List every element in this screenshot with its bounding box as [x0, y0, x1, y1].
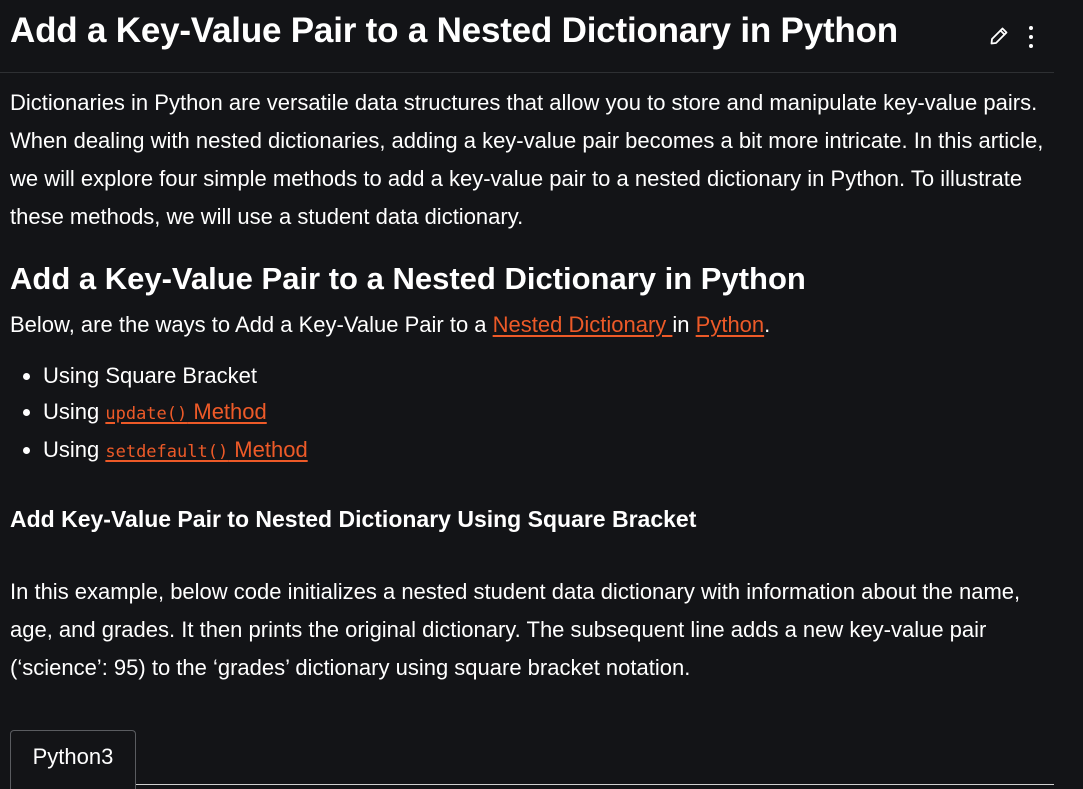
inline-code: setdefault()	[105, 442, 229, 462]
example-section: In this example, below code initializes …	[10, 573, 1050, 687]
list-item: Using Square Bracket	[43, 358, 308, 394]
section-heading: Add a Key-Value Pair to a Nested Diction…	[10, 261, 806, 296]
page-title: Add a Key-Value Pair to a Nested Diction…	[10, 11, 898, 50]
intro-section: Dictionaries in Python are versatile dat…	[10, 84, 1050, 236]
list-item-prefix: Using	[43, 437, 106, 462]
python-link[interactable]: Python	[696, 312, 765, 337]
setdefault-method-link[interactable]: setdefault() Method	[105, 437, 307, 462]
tab-python3[interactable]: Python3	[10, 730, 136, 789]
list-item: Using update() Method	[43, 394, 308, 432]
list-item-label: Square Bracket	[105, 363, 257, 388]
lead-suffix: .	[764, 312, 771, 337]
update-method-link[interactable]: update() Method	[105, 399, 266, 424]
list-item-prefix: Using	[43, 363, 106, 388]
kebab-menu-icon[interactable]	[1022, 22, 1040, 52]
pencil-icon[interactable]	[987, 24, 1011, 48]
inline-code: update()	[105, 404, 188, 424]
code-panel-border	[136, 784, 1054, 785]
intro-paragraph: Dictionaries in Python are versatile dat…	[10, 90, 1044, 229]
link-text: Method	[187, 399, 267, 424]
lead-prefix: Below, are the ways to Add a Key-Value P…	[10, 312, 493, 337]
lead-middle: in	[672, 312, 696, 337]
example-paragraph: In this example, below code initializes …	[10, 579, 1021, 680]
article-header: Add a Key-Value Pair to a Nested Diction…	[0, 0, 1054, 73]
methods-list: Using Square Bracket Using update() Meth…	[10, 358, 308, 470]
list-item-prefix: Using	[43, 399, 106, 424]
link-text: Method	[228, 437, 308, 462]
methods-lead: Below, are the ways to Add a Key-Value P…	[10, 308, 770, 342]
example-heading: Add Key-Value Pair to Nested Dictionary …	[10, 506, 697, 532]
list-item: Using setdefault() Method	[43, 432, 308, 470]
nested-dictionary-link[interactable]: Nested Dictionary	[493, 312, 673, 337]
